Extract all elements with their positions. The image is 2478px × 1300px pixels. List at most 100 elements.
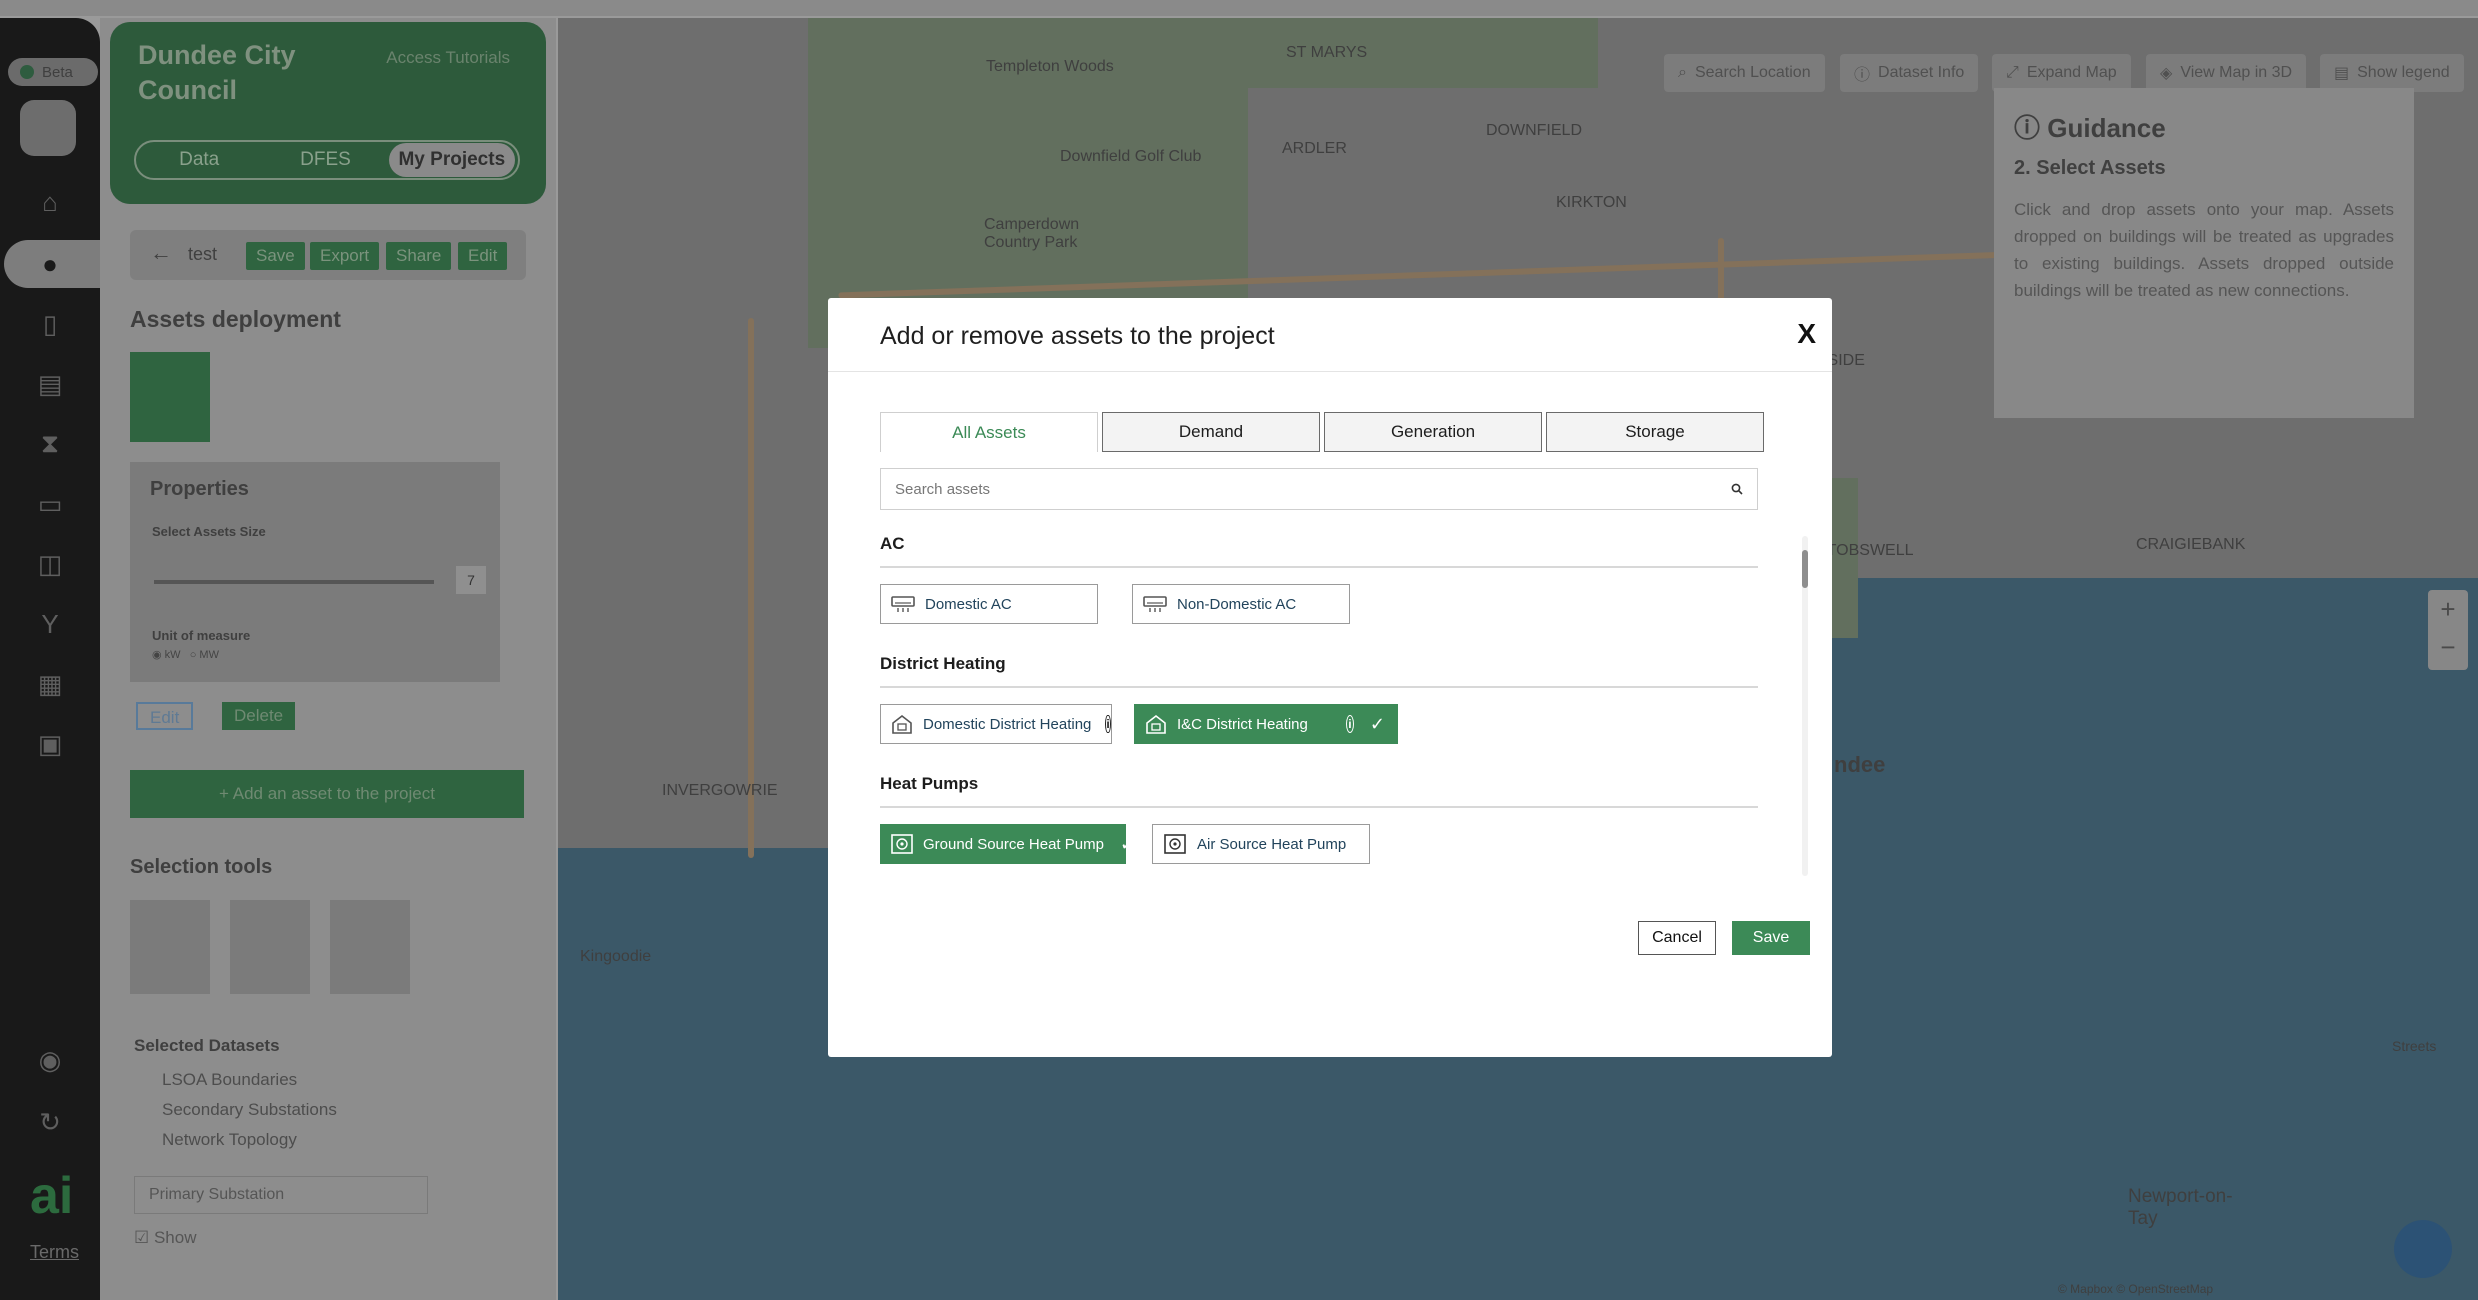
- back-arrow-icon[interactable]: ←: [150, 240, 172, 266]
- check-icon: ✓: [1119, 833, 1136, 854]
- map-pin-icon[interactable]: ●: [34, 248, 66, 280]
- tab-storage[interactable]: Storage: [1546, 412, 1764, 452]
- legend-icon: ▤: [2334, 65, 2350, 82]
- council-name: Dundee City Council: [138, 40, 296, 105]
- size-slider[interactable]: [154, 580, 434, 584]
- tab-my-projects[interactable]: My Projects: [388, 143, 515, 177]
- asset-card-domestic-ac[interactable]: Domestic AC: [880, 584, 1098, 624]
- house-heat-icon: [1145, 712, 1167, 736]
- project-share-button[interactable]: Share: [386, 242, 452, 270]
- zoom-out-button[interactable]: −: [2428, 628, 2468, 666]
- terms-link[interactable]: Terms: [30, 1242, 79, 1263]
- view-3d-button[interactable]: ◈ View Map in 3D: [2146, 54, 2307, 92]
- dataset-lsoa[interactable]: LSOA Boundaries: [162, 1070, 297, 1090]
- chat-icon[interactable]: ◫: [34, 548, 66, 580]
- asset-delete-button[interactable]: Delete: [222, 702, 296, 730]
- support-chat-button[interactable]: [2394, 1220, 2452, 1278]
- select-buildings-tool[interactable]: [230, 900, 310, 994]
- modal-close-button[interactable]: X: [1797, 318, 1816, 350]
- properties-panel: Properties Select Assets Size 7 Unit of …: [130, 462, 500, 682]
- search-icon[interactable]: [1717, 483, 1757, 495]
- asset-edit-button[interactable]: Edit: [136, 702, 194, 730]
- show-legend-button[interactable]: ▤ Show legend: [2320, 54, 2464, 92]
- logout-icon[interactable]: ↻: [34, 1106, 66, 1138]
- guidance-body: Click and drop assets onto your map. Ass…: [2014, 200, 2394, 300]
- expand-icon: ⤢: [2006, 64, 2019, 81]
- map-label-kirkton: KIRKTON: [1556, 194, 1627, 211]
- add-asset-button[interactable]: + Add an asset to the project: [130, 770, 524, 818]
- selected-datasets-heading: Selected Datasets: [134, 1036, 280, 1055]
- unit-options[interactable]: ◉ kW ○ MW: [152, 648, 219, 661]
- unit-label: Unit of measure: [152, 628, 251, 643]
- heat-pump-icon: [891, 832, 913, 856]
- search-location-button[interactable]: ⌕ Search Location: [1664, 54, 1825, 92]
- select-portfolio-tool[interactable]: [330, 900, 410, 994]
- project-export-button[interactable]: Export: [310, 242, 380, 270]
- cancel-button[interactable]: Cancel: [1638, 921, 1716, 955]
- report-icon[interactable]: ▤: [34, 368, 66, 400]
- map-label-kingoodie: Kingoodie: [580, 948, 652, 965]
- dataset-network-topology[interactable]: Network Topology: [162, 1130, 297, 1150]
- calendar-icon[interactable]: ▦: [34, 668, 66, 700]
- tab-generation[interactable]: Generation: [1324, 412, 1542, 452]
- project-edit-button[interactable]: Edit: [458, 242, 508, 270]
- map-label-dundee: ndee: [1834, 752, 1886, 777]
- asset-card-ground-source-heat-pump[interactable]: Ground Source Heat Pump ✓: [880, 824, 1135, 864]
- tab-dfes[interactable]: DFES: [262, 149, 388, 171]
- project-toolbar: ← test Save Export Share Edit: [130, 230, 526, 280]
- dataset-dropdown[interactable]: Primary Substation: [134, 1176, 428, 1214]
- left-nav-rail: Beta ⌂ ● ▯ ▤ ⧗ ▭ ◫ Y ▦ ▣ ◉ ↻ ai Terms: [0, 18, 100, 1300]
- assets-modal: Add or remove assets to the project X Al…: [828, 298, 1832, 1057]
- info-icon[interactable]: i: [1345, 715, 1354, 733]
- info-icon[interactable]: i: [1105, 715, 1111, 733]
- deployed-asset-tile[interactable]: [130, 352, 210, 442]
- dataset-info-button[interactable]: ⓘ Dataset Info: [1840, 54, 1979, 92]
- asset-list-scroll-thumb[interactable]: [1802, 550, 1808, 588]
- select-area-tool[interactable]: [130, 900, 210, 994]
- show-checkbox[interactable]: ☑ Show: [134, 1228, 197, 1248]
- tab-data[interactable]: Data: [136, 149, 262, 171]
- asset-search-input[interactable]: [881, 470, 1717, 508]
- map-label-newport: Newport-on-Tay: [2128, 1186, 2233, 1229]
- map-label-invergowrie: INVERGOWRIE: [662, 782, 778, 799]
- category-ac: AC Domestic AC Non-Domestic AC: [880, 534, 1758, 624]
- save-button[interactable]: Save: [1732, 921, 1810, 955]
- asset-card-air-source-heat-pump[interactable]: Air Source Heat Pump: [1152, 824, 1370, 864]
- tab-demand[interactable]: Demand: [1102, 412, 1320, 452]
- council-header: Dundee City Council Access Tutorials Dat…: [110, 22, 546, 204]
- map-label-downfield-golf: Downfield Golf Club: [1060, 148, 1202, 165]
- category-heat-pumps: Heat Pumps Ground Source Heat Pump ✓ Air…: [880, 774, 1758, 864]
- hourglass-icon[interactable]: ⧗: [34, 428, 66, 460]
- zoom-controls[interactable]: + −: [2428, 590, 2468, 670]
- asset-list: AC Domestic AC Non-Domestic AC District …: [880, 534, 1764, 874]
- asset-card-label: Ground Source Heat Pump: [923, 835, 1104, 853]
- network-icon[interactable]: Y: [34, 608, 66, 640]
- map-label-templeton: Templeton Woods: [986, 58, 1114, 75]
- house-heat-icon: [891, 712, 913, 736]
- asset-card-domestic-district-heating[interactable]: Domestic District Heating i: [880, 704, 1112, 744]
- guidance-step: 2. Select Assets: [2014, 157, 2166, 179]
- map-label-st-marys: ST MARYS: [1286, 44, 1368, 61]
- dataset-secondary-substations[interactable]: Secondary Substations: [162, 1100, 337, 1120]
- zoom-in-button[interactable]: +: [2428, 590, 2468, 628]
- map-label-downfield: DOWNFIELD: [1486, 122, 1582, 139]
- expand-map-button[interactable]: ⤢ Expand Map: [1992, 54, 2131, 92]
- tab-all-assets[interactable]: All Assets: [880, 412, 1098, 452]
- project-name: test: [188, 244, 218, 264]
- app-logo: [20, 100, 76, 156]
- selection-tools-heading: Selection tools: [130, 856, 273, 878]
- guidance-title: ⓘ Guidance: [2014, 113, 2166, 143]
- access-tutorials-link[interactable]: Access Tutorials: [386, 48, 510, 68]
- size-value-box[interactable]: 7: [456, 566, 486, 594]
- project-save-button[interactable]: Save: [246, 242, 305, 270]
- export-icon[interactable]: ▣: [34, 728, 66, 760]
- user-avatar-icon[interactable]: ◉: [34, 1044, 66, 1076]
- category-title: Heat Pumps: [880, 774, 1758, 808]
- document-icon[interactable]: ▯: [34, 308, 66, 340]
- home-icon[interactable]: ⌂: [34, 186, 66, 218]
- asset-card-non-domestic-ac[interactable]: Non-Domestic AC: [1132, 584, 1350, 624]
- info-icon: ⓘ: [1854, 67, 1871, 84]
- folder-icon[interactable]: ▭: [34, 488, 66, 520]
- asset-card-ic-district-heating[interactable]: I&C District Heating i ✓: [1134, 704, 1398, 744]
- map-style-streets[interactable]: Streets: [2392, 1038, 2436, 1054]
